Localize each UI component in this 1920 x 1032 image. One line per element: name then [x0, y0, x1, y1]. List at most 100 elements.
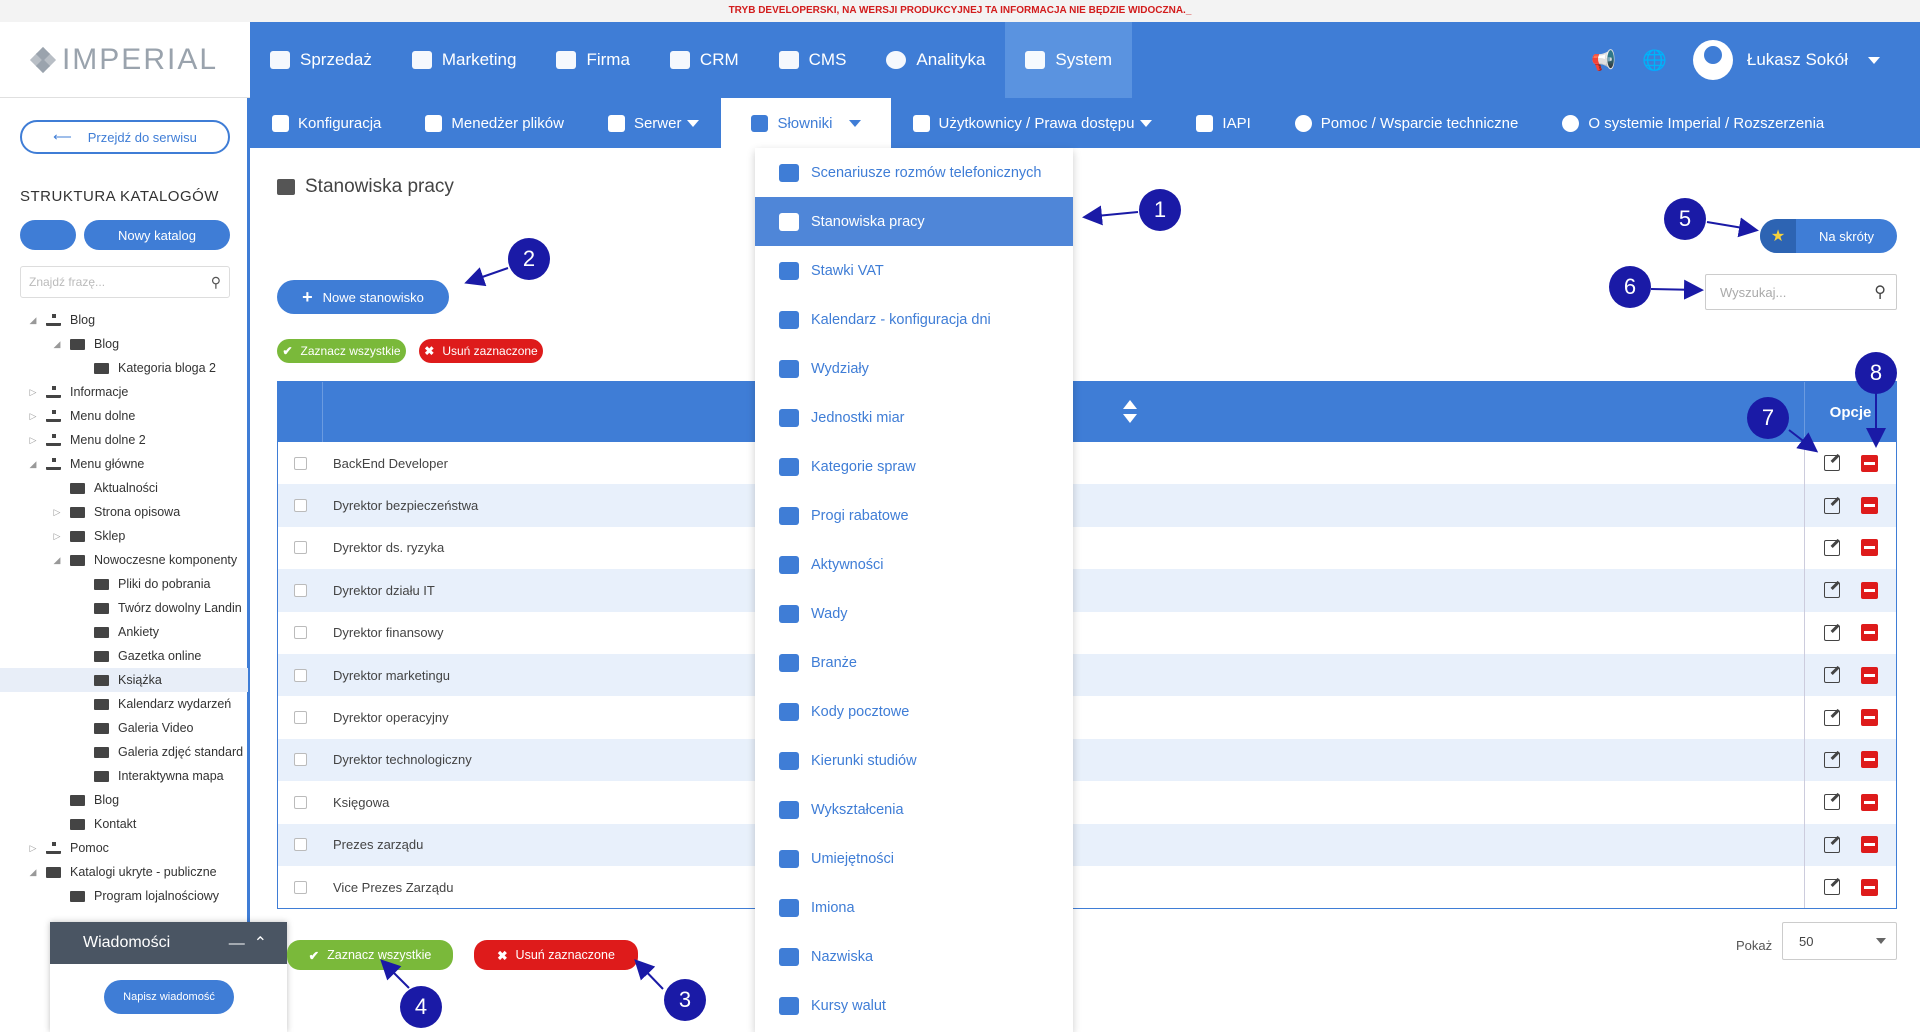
tree-item[interactable]: ▷ Menu dolne: [0, 404, 248, 428]
nav-crm[interactable]: CRM: [650, 22, 759, 98]
row-checkbox[interactable]: [294, 456, 307, 470]
tree-item[interactable]: Interaktywna mapa: [0, 764, 248, 788]
delete-icon[interactable]: [1860, 836, 1878, 854]
tree-item[interactable]: Ankiety: [0, 620, 248, 644]
tree-item[interactable]: ◢ Menu główne: [0, 452, 248, 476]
row-checkbox[interactable]: [294, 880, 307, 894]
dropdown-item[interactable]: Nazwiska: [755, 932, 1073, 981]
edit-icon[interactable]: [1823, 539, 1840, 556]
dropdown-item[interactable]: Stanowiska pracy: [755, 197, 1073, 246]
per-page-select[interactable]: 50: [1782, 922, 1897, 960]
go-to-service-button[interactable]: ⟵ Przejdź do serwisu: [20, 120, 230, 154]
delete-icon[interactable]: [1860, 793, 1878, 811]
tree-toggle-icon[interactable]: ◢: [28, 867, 38, 878]
sitemap-button[interactable]: [20, 220, 76, 250]
dropdown-item[interactable]: Wydziały: [755, 344, 1073, 393]
delete-icon[interactable]: [1860, 751, 1878, 769]
dropdown-item[interactable]: Umiejętności: [755, 834, 1073, 883]
edit-icon[interactable]: [1823, 667, 1840, 684]
tree-item[interactable]: ◢ Blog: [0, 332, 248, 356]
edit-icon[interactable]: [1823, 455, 1840, 472]
new-position-button[interactable]: + Nowe stanowisko: [277, 280, 449, 314]
subnav-slowniki[interactable]: Słowniki: [721, 98, 891, 148]
dropdown-item[interactable]: Kierunki studiów: [755, 736, 1073, 785]
tree-item[interactable]: Program lojalnościowy: [0, 884, 248, 908]
subnav-iapi[interactable]: IAPI: [1174, 98, 1272, 148]
dropdown-item[interactable]: Jednostki miar: [755, 393, 1073, 442]
row-checkbox[interactable]: [294, 499, 307, 513]
tree-item[interactable]: Blog: [0, 788, 248, 812]
edit-icon[interactable]: [1823, 582, 1840, 599]
user-menu[interactable]: Łukasz Sokół: [1692, 40, 1880, 80]
tree-toggle-icon[interactable]: ▷: [28, 843, 38, 854]
tree-item[interactable]: ▷ Informacje: [0, 380, 248, 404]
tree-item[interactable]: Gazetka online: [0, 644, 248, 668]
delete-icon[interactable]: [1860, 709, 1878, 727]
nav-analityka[interactable]: Analityka: [866, 22, 1005, 98]
row-checkbox[interactable]: [294, 668, 307, 682]
row-checkbox[interactable]: [294, 838, 307, 852]
tree-item[interactable]: Galeria zdjęć standard: [0, 740, 248, 764]
dropdown-item[interactable]: Aktywności: [755, 540, 1073, 589]
nav-sprzedaz[interactable]: Sprzedaż: [250, 22, 392, 98]
tree-item[interactable]: Kalendarz wydarzeń: [0, 692, 248, 716]
delete-icon[interactable]: [1860, 454, 1878, 472]
tree-toggle-icon[interactable]: ▷: [28, 435, 38, 446]
delete-selected-button-top[interactable]: ✖ Usuń zaznaczone: [419, 339, 543, 363]
tree-item[interactable]: Kontakt: [0, 812, 248, 836]
tree-item[interactable]: ▷ Sklep: [0, 524, 248, 548]
tree-toggle-icon[interactable]: ▷: [52, 531, 62, 542]
delete-icon[interactable]: [1860, 878, 1878, 896]
tree-item[interactable]: Kategoria bloga 2: [0, 356, 248, 380]
tree-toggle-icon[interactable]: ◢: [52, 555, 62, 566]
select-all-button-bottom[interactable]: ✔ Zaznacz wszystkie: [287, 940, 453, 970]
tree-item[interactable]: Pliki do pobrania: [0, 572, 248, 596]
dropdown-item[interactable]: Branże: [755, 638, 1073, 687]
dropdown-item[interactable]: Stawki VAT: [755, 246, 1073, 295]
edit-icon[interactable]: [1823, 836, 1840, 853]
delete-selected-button-bottom[interactable]: ✖ Usuń zaznaczone: [474, 940, 638, 970]
edit-icon[interactable]: [1823, 497, 1840, 514]
tree-item[interactable]: Książka: [0, 668, 248, 692]
delete-icon[interactable]: [1860, 624, 1878, 642]
row-checkbox[interactable]: [294, 541, 307, 555]
nav-firma[interactable]: Firma: [536, 22, 649, 98]
dropdown-item[interactable]: Kalendarz - konfiguracja dni: [755, 295, 1073, 344]
sort-icon[interactable]: [1123, 400, 1137, 426]
tree-toggle-icon[interactable]: ◢: [28, 315, 38, 326]
tree-item[interactable]: ▷ Menu dolne 2: [0, 428, 248, 452]
tree-item[interactable]: ◢ Blog: [0, 308, 248, 332]
logo[interactable]: IMPERIAL: [0, 22, 250, 98]
edit-icon[interactable]: [1823, 794, 1840, 811]
edit-icon[interactable]: [1823, 709, 1840, 726]
delete-icon[interactable]: [1860, 666, 1878, 684]
row-checkbox[interactable]: [294, 795, 307, 809]
new-catalog-button[interactable]: Nowy katalog: [84, 220, 230, 250]
tree-toggle-icon[interactable]: ◢: [52, 339, 62, 350]
subnav-o-systemie[interactable]: O systemie Imperial / Rozszerzenia: [1540, 98, 1846, 148]
dropdown-item[interactable]: Kategorie spraw: [755, 442, 1073, 491]
dropdown-item[interactable]: Kursy walut: [755, 981, 1073, 1030]
dropdown-item[interactable]: Progi rabatowe: [755, 491, 1073, 540]
delete-icon[interactable]: [1860, 497, 1878, 515]
tree-item[interactable]: Aktualności: [0, 476, 248, 500]
tree-item[interactable]: ◢ Nowoczesne komponenty: [0, 548, 248, 572]
dropdown-item[interactable]: Wady: [755, 589, 1073, 638]
messages-header[interactable]: Wiadomości — ⌃: [50, 922, 287, 964]
edit-icon[interactable]: [1823, 879, 1840, 896]
dropdown-item[interactable]: Imiona: [755, 883, 1073, 932]
edit-icon[interactable]: [1823, 751, 1840, 768]
announcement-icon[interactable]: 📢: [1591, 48, 1616, 73]
row-checkbox[interactable]: [294, 583, 307, 597]
catalog-search-input[interactable]: Znajdź frazę... ⚲: [20, 266, 230, 298]
tree-item[interactable]: Twórz dowolny Landin: [0, 596, 248, 620]
tree-toggle-icon[interactable]: ◢: [28, 459, 38, 470]
nav-cms[interactable]: CMS: [759, 22, 867, 98]
row-checkbox[interactable]: [294, 753, 307, 767]
subnav-konfiguracja[interactable]: Konfiguracja: [250, 98, 403, 148]
edit-icon[interactable]: [1823, 624, 1840, 641]
subnav-pomoc[interactable]: Pomoc / Wsparcie techniczne: [1273, 98, 1541, 148]
tree-toggle-icon[interactable]: ▷: [28, 411, 38, 422]
subnav-uzytkownicy[interactable]: Użytkownicy / Prawa dostępu: [891, 98, 1175, 148]
globe-icon[interactable]: 🌐: [1642, 48, 1667, 73]
